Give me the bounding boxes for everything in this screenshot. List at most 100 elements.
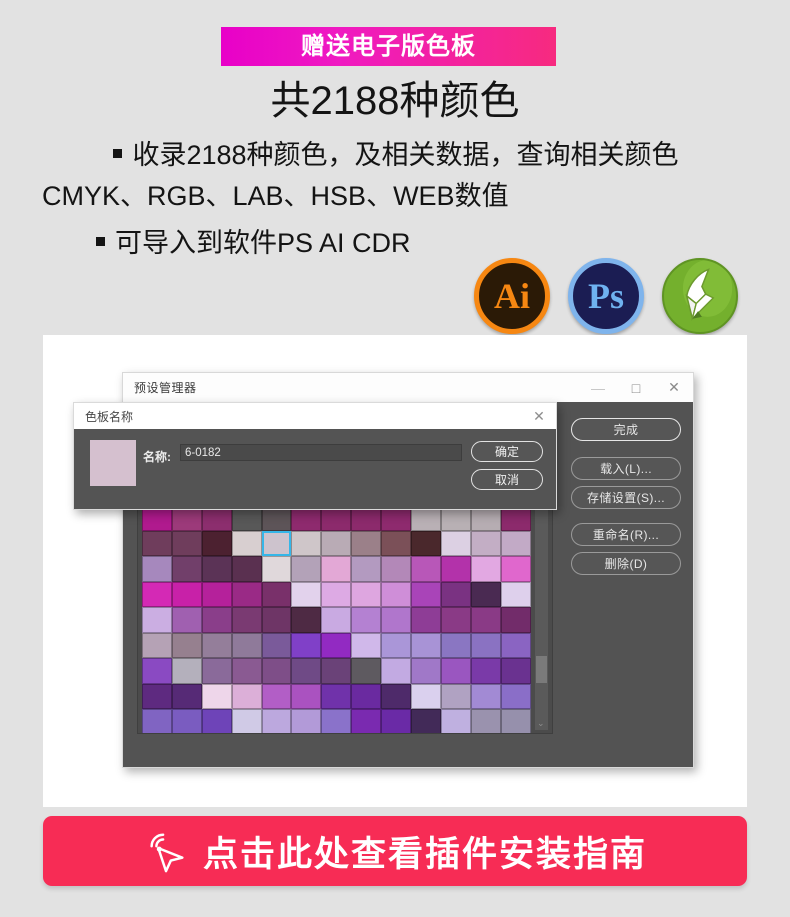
swatch-cell[interactable] <box>291 581 322 607</box>
swatch-cell[interactable] <box>142 530 172 556</box>
swatch-cell[interactable] <box>470 632 501 658</box>
swatch-cell[interactable] <box>231 709 262 733</box>
swatch-cell[interactable] <box>500 607 531 633</box>
maximize-icon[interactable]: □ <box>617 373 655 403</box>
swatch-cell[interactable] <box>440 632 471 658</box>
swatch-grid[interactable] <box>142 505 531 733</box>
swatch-cell[interactable] <box>411 581 441 607</box>
swatch-cell[interactable] <box>291 556 322 582</box>
swatch-cell[interactable] <box>321 581 352 607</box>
swatch-cell[interactable] <box>381 530 412 556</box>
ok-button[interactable]: 确定 <box>471 441 543 462</box>
swatch-cell[interactable] <box>231 683 262 709</box>
swatch-cell[interactable] <box>201 658 232 684</box>
swatch-cell[interactable] <box>321 607 352 633</box>
swatch-cell[interactable] <box>142 658 172 684</box>
scrollbar-thumb[interactable] <box>536 656 547 683</box>
cta-banner[interactable]: 点击此处查看插件安装指南 <box>43 816 747 886</box>
swatch-cell[interactable] <box>261 709 292 733</box>
swatch-cell[interactable] <box>201 530 232 556</box>
load-button[interactable]: 载入(L)... <box>571 457 681 480</box>
swatch-cell[interactable] <box>351 683 382 709</box>
swatch-cell[interactable] <box>470 581 501 607</box>
swatch-cell[interactable] <box>321 556 352 582</box>
swatch-cell[interactable] <box>381 709 412 733</box>
swatch-cell[interactable] <box>231 632 262 658</box>
swatch-cell[interactable] <box>500 709 531 733</box>
swatch-cell[interactable] <box>381 556 412 582</box>
swatch-cell[interactable] <box>470 683 501 709</box>
swatch-cell[interactable] <box>440 607 471 633</box>
swatch-cell[interactable] <box>321 709 352 733</box>
swatch-cell[interactable] <box>351 530 382 556</box>
swatch-cell[interactable] <box>171 658 202 684</box>
swatch-cell[interactable] <box>171 556 202 582</box>
swatch-cell[interactable] <box>500 530 531 556</box>
swatch-cell[interactable] <box>351 709 382 733</box>
swatch-cell[interactable] <box>142 581 172 607</box>
swatch-cell[interactable] <box>171 607 202 633</box>
swatch-cell[interactable] <box>440 581 471 607</box>
swatch-cell[interactable] <box>321 632 352 658</box>
swatch-cell[interactable] <box>142 607 172 633</box>
swatch-cell[interactable] <box>291 683 322 709</box>
swatch-cell[interactable] <box>261 607 292 633</box>
swatch-cell[interactable] <box>351 658 382 684</box>
swatch-cell[interactable] <box>440 709 471 733</box>
swatch-cell[interactable] <box>470 709 501 733</box>
close-icon[interactable]: ✕ <box>655 373 693 403</box>
swatch-cell[interactable] <box>142 683 172 709</box>
swatch-cell[interactable] <box>171 632 202 658</box>
swatch-cell[interactable] <box>261 632 292 658</box>
swatch-cell[interactable] <box>381 683 412 709</box>
swatch-cell[interactable] <box>351 607 382 633</box>
swatch-cell[interactable] <box>411 658 441 684</box>
swatch-cell[interactable] <box>291 658 322 684</box>
swatch-cell[interactable] <box>171 581 202 607</box>
swatch-cell[interactable] <box>201 556 232 582</box>
minimize-icon[interactable]: — <box>579 373 617 403</box>
swatch-cell[interactable] <box>291 632 322 658</box>
swatch-cell[interactable] <box>351 556 382 582</box>
swatch-cell[interactable] <box>411 709 441 733</box>
swatch-cell[interactable] <box>500 658 531 684</box>
swatch-cell[interactable] <box>411 530 441 556</box>
swatch-cell[interactable] <box>261 658 292 684</box>
swatch-cell[interactable] <box>500 581 531 607</box>
swatch-cell[interactable] <box>231 581 262 607</box>
swatch-cell[interactable] <box>231 658 262 684</box>
swatch-cell[interactable] <box>500 556 531 582</box>
swatch-cell[interactable] <box>291 530 322 556</box>
swatch-cell[interactable] <box>470 530 501 556</box>
swatch-cell[interactable] <box>321 658 352 684</box>
save-settings-button[interactable]: 存储设置(S)... <box>571 486 681 509</box>
chevron-down-icon[interactable]: ⌄ <box>537 719 546 728</box>
swatch-grid-scrollbar[interactable]: ⌄ <box>535 506 548 730</box>
swatch-cell[interactable] <box>470 556 501 582</box>
swatch-cell[interactable] <box>351 632 382 658</box>
swatch-cell[interactable] <box>261 581 292 607</box>
swatch-cell[interactable] <box>470 607 501 633</box>
swatch-cell[interactable] <box>201 607 232 633</box>
swatch-cell[interactable] <box>440 530 471 556</box>
swatch-cell[interactable] <box>261 556 292 582</box>
swatch-cell[interactable] <box>261 683 292 709</box>
swatch-cell[interactable] <box>440 658 471 684</box>
swatch-cell[interactable] <box>142 632 172 658</box>
swatch-cell[interactable] <box>321 530 352 556</box>
swatch-cell[interactable] <box>381 607 412 633</box>
swatch-cell[interactable] <box>201 632 232 658</box>
swatch-cell[interactable] <box>381 581 412 607</box>
swatch-cell-selected[interactable] <box>261 530 292 556</box>
cancel-button[interactable]: 取消 <box>471 469 543 490</box>
swatch-cell[interactable] <box>321 683 352 709</box>
swatch-cell[interactable] <box>171 683 202 709</box>
swatch-cell[interactable] <box>411 607 441 633</box>
swatch-cell[interactable] <box>381 632 412 658</box>
swatch-cell[interactable] <box>411 556 441 582</box>
done-button[interactable]: 完成 <box>571 418 681 441</box>
swatch-cell[interactable] <box>351 581 382 607</box>
swatch-cell[interactable] <box>171 709 202 733</box>
swatch-cell[interactable] <box>381 658 412 684</box>
swatch-cell[interactable] <box>440 556 471 582</box>
